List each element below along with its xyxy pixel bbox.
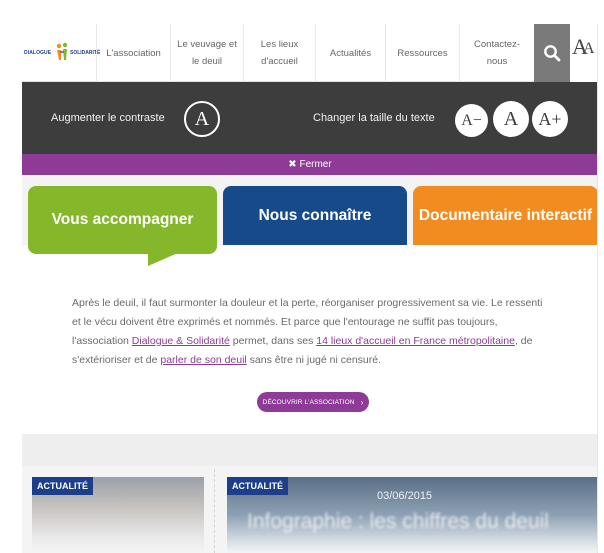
- tab-label: Vous accompagner: [51, 211, 194, 228]
- search-icon: [544, 45, 561, 62]
- close-accessibility-button[interactable]: ✖ Fermer: [22, 154, 597, 175]
- nav-label-line1: Les lieux: [260, 39, 299, 50]
- intro-text: sans être ni jugé ni censuré.: [246, 354, 382, 366]
- tabs-area: Vous accompagner Nous connaître Document…: [22, 175, 597, 266]
- nav-label: Les lieux d'accueil: [261, 36, 299, 70]
- nav-label-line2: le deuil: [191, 56, 223, 67]
- nav-label: Le veuvage et le deuil: [177, 36, 237, 70]
- nav-label: Ressources: [397, 47, 448, 59]
- nav-contact[interactable]: Contactez-nous: [459, 24, 534, 82]
- cta-label: DÉCOUVRIR L'ASSOCIATION: [262, 398, 355, 406]
- contrast-icon: A: [194, 107, 210, 130]
- nav-association[interactable]: L'association: [96, 24, 170, 82]
- news-card-1[interactable]: ACTUALITÉ: [32, 477, 204, 553]
- nav-label-line1: Le veuvage et: [177, 39, 237, 50]
- news-band: [22, 434, 597, 466]
- link-lieux-accueil[interactable]: 14 lieux d'accueil en France métropolita…: [316, 335, 515, 347]
- logo-figures-icon: [56, 42, 68, 60]
- site-logo[interactable]: DIALOGUE SOLIDARITÉ: [24, 40, 100, 64]
- chevron-right-icon: ›: [360, 397, 364, 407]
- news-date: 03/06/2015: [377, 490, 433, 502]
- reset-text-icon: A: [503, 107, 519, 130]
- decrease-text-icon: A−: [461, 111, 482, 129]
- increase-text-icon: A+: [538, 108, 562, 129]
- page-frame: DIALOGUE SOLIDARITÉ L'association Le veu…: [22, 24, 598, 553]
- nav-ressources[interactable]: Ressources: [385, 24, 459, 82]
- close-label: ✖ Fermer: [288, 159, 332, 170]
- tab-pointer: [148, 252, 180, 266]
- nav-lieux[interactable]: Les lieux d'accueil: [243, 24, 315, 82]
- nav-label: Contactez-nous: [474, 39, 520, 67]
- text-size-icon-small: A: [583, 40, 595, 57]
- intro-text: permet, dans ses: [229, 335, 317, 347]
- tab-documentaire-interactif[interactable]: Documentaire interactif: [413, 186, 597, 245]
- news-title: Infographie : les chiffres du deuil: [247, 510, 549, 533]
- tab-label: Documentaire interactif: [418, 206, 593, 224]
- tab-vous-accompagner[interactable]: Vous accompagner: [28, 186, 217, 266]
- news-divider: [214, 469, 215, 553]
- nav-label-line2: d'accueil: [261, 56, 298, 67]
- nav-label: Actualités: [329, 47, 372, 59]
- search-button[interactable]: [534, 24, 570, 82]
- contrast-button[interactable]: A: [184, 101, 220, 137]
- increase-text-button[interactable]: A+: [532, 101, 568, 137]
- nav-actualites[interactable]: Actualités: [315, 24, 385, 82]
- tab-label: Nous connaître: [258, 206, 372, 224]
- nav-label: L'association: [106, 47, 161, 59]
- nav-veuvage[interactable]: Le veuvage et le deuil: [170, 24, 243, 82]
- reset-text-button[interactable]: A: [493, 101, 529, 137]
- contrast-label: Augmenter le contraste: [51, 112, 165, 124]
- tab-nous-connaitre[interactable]: Nous connaître: [223, 186, 407, 245]
- site-header: DIALOGUE SOLIDARITÉ L'association Le veu…: [22, 24, 597, 82]
- link-association[interactable]: Dialogue & Solidarité: [132, 335, 230, 347]
- text-size-label: Changer la taille du texte: [313, 112, 435, 124]
- logo-text-left: DIALOGUE: [24, 50, 52, 56]
- link-parler-deuil[interactable]: parler de son deuil: [160, 354, 246, 366]
- decrease-text-button[interactable]: A−: [455, 104, 488, 137]
- accessibility-bar: Augmenter le contraste A Changer la tail…: [22, 82, 597, 154]
- discover-association-button[interactable]: DÉCOUVRIR L'ASSOCIATION ›: [257, 392, 369, 412]
- intro-paragraph: Après le deuil, il faut surmonter la dou…: [72, 294, 546, 370]
- news-card-2[interactable]: ACTUALITÉ 03/06/2015 Infographie : les c…: [227, 477, 597, 553]
- text-size-toggle[interactable]: A A: [570, 24, 597, 82]
- news-badge: ACTUALITÉ: [32, 477, 93, 495]
- news-badge: ACTUALITÉ: [227, 477, 288, 495]
